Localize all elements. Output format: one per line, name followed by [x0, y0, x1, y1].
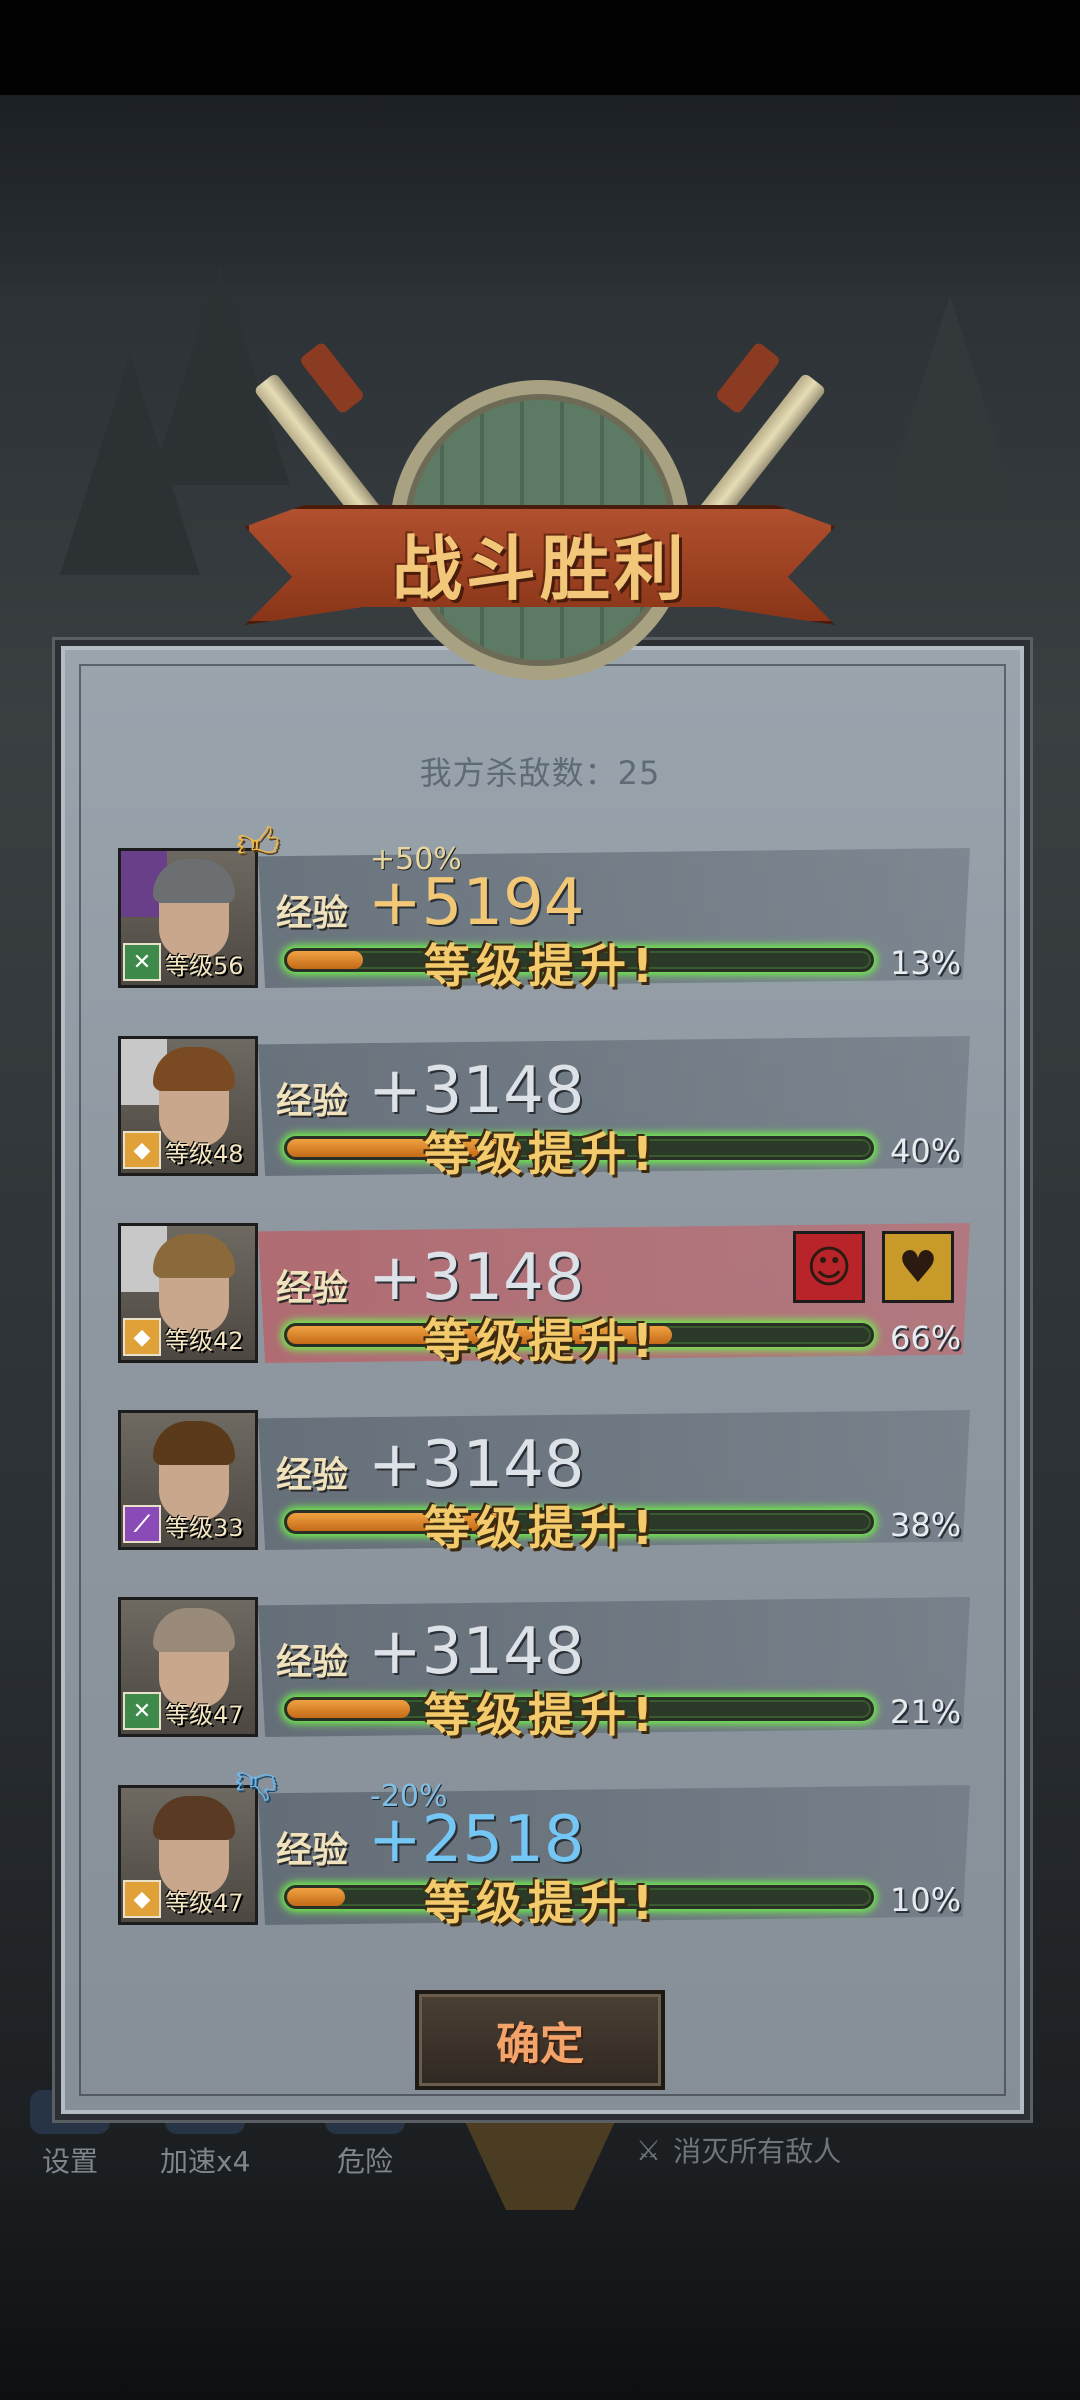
- hero-row: ✕ 等级56 👍︎ +50% 经验 +5194 等级提升! 13%: [118, 818, 970, 993]
- hero-portrait[interactable]: ⟋ 等级33: [118, 1410, 258, 1550]
- exp-progress-percent: 10%: [890, 1881, 962, 1919]
- exp-progress-percent: 21%: [890, 1693, 962, 1731]
- thumbs-up-icon: 👍︎: [236, 817, 280, 867]
- exp-gained: +2518: [368, 1803, 585, 1877]
- bandaged-head-icon[interactable]: ☺: [793, 1231, 865, 1303]
- crossed-swords-icon: ⚔: [636, 2133, 662, 2167]
- thumbs-down-icon: 👎︎: [234, 1754, 278, 1804]
- level-up-text: 等级提升!: [424, 1876, 659, 1930]
- hero-row: ⟋ 等级33 经验 +3148 等级提升! 38%: [118, 1410, 970, 1555]
- confirm-button[interactable]: 确定: [415, 1990, 665, 2090]
- exp-label: 经验: [276, 1455, 349, 1496]
- hero-portrait[interactable]: ✕ 等级47: [118, 1597, 258, 1737]
- exp-progress-fill: [287, 951, 363, 969]
- exp-gained: +3148: [368, 1054, 585, 1128]
- crossed-flags-icon: ✕: [123, 943, 161, 981]
- exp-label: 经验: [276, 1081, 349, 1122]
- exp-progress-percent: 40%: [890, 1132, 962, 1170]
- staff-icon: ⟋: [123, 1505, 161, 1543]
- exp-label: 经验: [276, 1268, 349, 1309]
- hero-level: 等级48: [165, 1140, 244, 1168]
- hero-row: ◆ 等级42 经验 +3148 等级提升! 66% ☺ ♥: [118, 1223, 970, 1368]
- shield-role-icon: ◆: [123, 1131, 161, 1169]
- level-up-text: 等级提升!: [424, 939, 659, 993]
- exp-gained: +5194: [368, 866, 585, 940]
- hero-row: ◆ 等级47 👎︎ -20% 经验 +2518 等级提升! 10%: [118, 1755, 970, 1930]
- level-up-text: 等级提升!: [424, 1314, 659, 1368]
- exp-progress-percent: 13%: [890, 944, 962, 982]
- broken-heart-icon[interactable]: ♥: [882, 1231, 954, 1303]
- hero-portrait[interactable]: ◆ 等级42: [118, 1223, 258, 1363]
- victory-title: 战斗胜利: [392, 528, 688, 610]
- hero-portrait[interactable]: ◆ 等级48: [118, 1036, 258, 1176]
- victory-banner: 战斗胜利: [235, 325, 845, 745]
- exp-label: 经验: [276, 1642, 349, 1683]
- hero-row: ◆ 等级48 经验 +3148 等级提升! 40%: [118, 1036, 970, 1181]
- hero-level: 等级33: [165, 1514, 244, 1542]
- kill-count: 我方杀敌数：25: [419, 754, 661, 792]
- exp-gained: +3148: [368, 1428, 585, 1502]
- exp-label: 经验: [276, 893, 349, 934]
- hero-level: 等级56: [165, 952, 244, 980]
- mission-objective: ⚔ 消灭所有敌人: [636, 2133, 842, 2169]
- exp-progress-percent: 66%: [890, 1319, 962, 1357]
- exp-progress-percent: 38%: [890, 1506, 962, 1544]
- level-up-text: 等级提升!: [424, 1688, 659, 1742]
- level-up-text: 等级提升!: [424, 1127, 659, 1181]
- status-bar-area: [0, 0, 1080, 95]
- hero-row: ✕ 等级47 经验 +3148 等级提升! 21%: [118, 1597, 970, 1742]
- shield-role-icon: ◆: [123, 1318, 161, 1356]
- crossed-flags-icon: ✕: [123, 1692, 161, 1730]
- exp-gained: +3148: [368, 1241, 585, 1315]
- exp-progress-fill: [287, 1700, 410, 1718]
- hero-level: 等级42: [165, 1327, 244, 1355]
- hero-level: 等级47: [165, 1701, 244, 1729]
- exp-label: 经验: [276, 1830, 349, 1871]
- tree-decoration: [880, 295, 1020, 515]
- shield-role-icon: ◆: [123, 1880, 161, 1918]
- hero-level: 等级47: [165, 1889, 244, 1917]
- level-up-text: 等级提升!: [424, 1501, 659, 1555]
- exp-progress-fill: [287, 1888, 346, 1906]
- exp-gained: +3148: [368, 1615, 585, 1689]
